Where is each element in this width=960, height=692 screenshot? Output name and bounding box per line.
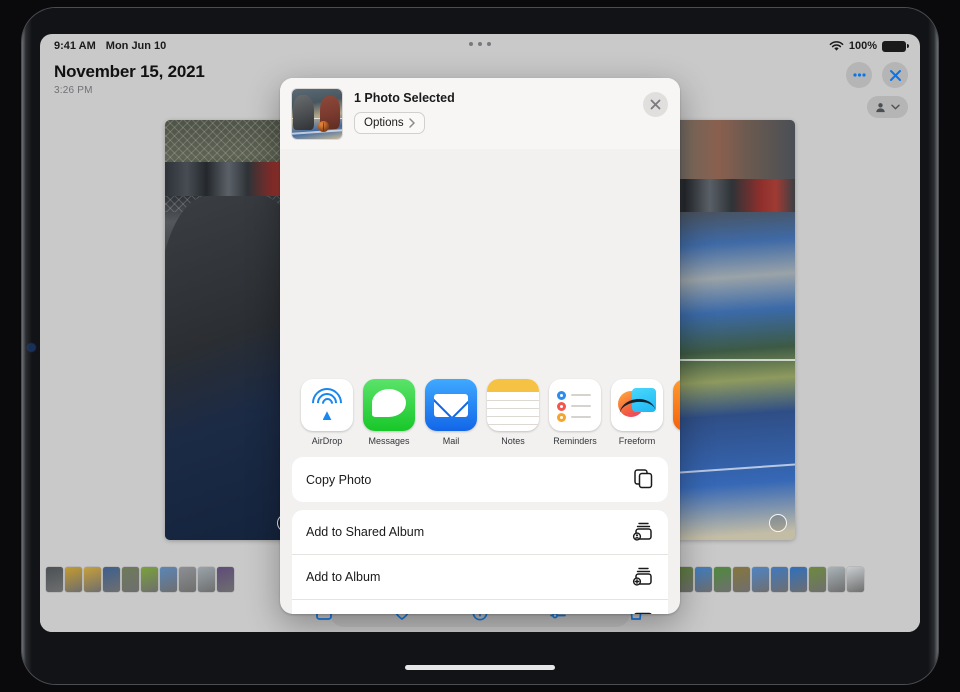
- action-row-label: Add to Album: [306, 570, 381, 584]
- filmstrip-thumbnail[interactable]: [790, 566, 807, 592]
- action-group: Copy Photo: [292, 457, 668, 502]
- home-indicator[interactable]: [405, 665, 555, 670]
- share-app-label: Notes: [501, 436, 525, 446]
- filmstrip-thumbnail[interactable]: [695, 566, 712, 592]
- airdrop-icon: [301, 379, 353, 431]
- share-app-mail[interactable]: Mail: [424, 379, 478, 446]
- mail-icon: [425, 379, 477, 431]
- action-row-add-to-album[interactable]: Add to Album: [292, 555, 668, 600]
- bezel-indicator-dot: [28, 344, 35, 351]
- filmstrip-thumbnail[interactable]: [84, 566, 101, 592]
- filmstrip-thumbnail[interactable]: [714, 566, 731, 592]
- books-icon: [673, 379, 680, 431]
- action-row-copy-photo[interactable]: Copy Photo: [292, 457, 668, 502]
- share-app-books[interactable]: Books: [672, 379, 680, 446]
- share-app-row[interactable]: AirDrop Messages Mail Notes Reminders Freefor…: [280, 369, 680, 451]
- action-row-airplay[interactable]: AirPlay: [292, 600, 668, 614]
- status-date: Mon Jun 10: [105, 40, 167, 52]
- filmstrip-thumbnail[interactable]: [103, 566, 120, 592]
- action-group: Add to Shared Album Add to Album AirPlay: [292, 510, 668, 614]
- notes-icon: [487, 379, 539, 431]
- more-button[interactable]: [846, 62, 872, 88]
- filmstrip-thumbnail[interactable]: [179, 566, 196, 592]
- share-app-label: Books: [672, 436, 680, 446]
- share-app-airdrop[interactable]: AirDrop: [300, 379, 354, 446]
- people-filter-button[interactable]: [867, 96, 908, 118]
- action-row-label: Add to Shared Album: [306, 525, 425, 539]
- page-title: November 15, 2021: [54, 62, 205, 81]
- shared-album-icon: [632, 520, 654, 545]
- share-sheet-head-text: 1 Photo Selected Options: [354, 89, 455, 149]
- header-actions: [846, 62, 908, 88]
- share-sheet-divider: [280, 361, 680, 369]
- status-bar-left: 9:41 AM Mon Jun 10: [54, 40, 166, 52]
- status-bar: 9:41 AM Mon Jun 10 100%: [40, 34, 920, 58]
- status-bar-right: 100%: [829, 40, 909, 52]
- ellipsis-icon: [852, 73, 866, 77]
- close-viewer-button[interactable]: [882, 62, 908, 88]
- share-sheet-header: 1 Photo Selected Options: [280, 78, 680, 149]
- close-icon: [650, 99, 661, 110]
- battery-percent: 100%: [848, 40, 877, 52]
- freeform-icon: [611, 379, 663, 431]
- share-app-notes[interactable]: Notes: [486, 379, 540, 446]
- share-app-reminders[interactable]: Reminders: [548, 379, 602, 446]
- share-app-freeform[interactable]: Freeform: [610, 379, 664, 446]
- messages-icon: [363, 379, 415, 431]
- filmstrip-thumbnail[interactable]: [809, 566, 826, 592]
- chevron-down-icon: [891, 104, 900, 110]
- ipad-screen: 9:41 AM Mon Jun 10 100% November 15, 202…: [40, 34, 920, 632]
- filmstrip-thumbnail[interactable]: [217, 566, 234, 592]
- close-icon: [889, 69, 901, 81]
- share-app-label: Mail: [442, 436, 460, 446]
- filmstrip-thumbnail[interactable]: [46, 566, 63, 592]
- filmstrip-thumbnail[interactable]: [733, 566, 750, 592]
- action-row-label: Copy Photo: [306, 472, 372, 487]
- filmstrip-thumbnail[interactable]: [141, 566, 158, 592]
- copy-icon: [632, 467, 654, 492]
- selected-photo-thumbnail[interactable]: [292, 89, 342, 139]
- filmstrip-thumbnail[interactable]: [752, 566, 769, 592]
- share-app-messages[interactable]: Messages: [362, 379, 416, 446]
- filmstrip-thumbnail[interactable]: [847, 566, 864, 592]
- photo-selection-circle[interactable]: [769, 514, 787, 532]
- filmstrip-thumbnail[interactable]: [198, 566, 215, 592]
- wifi-icon: [829, 40, 844, 51]
- page-subtitle: 3:26 PM: [54, 85, 93, 96]
- share-action-list: Copy Photo Add to Shared Album Add to Albu…: [280, 451, 680, 614]
- multitask-handle-icon[interactable]: [469, 42, 491, 46]
- action-row-add-to-shared-album[interactable]: Add to Shared Album: [292, 510, 668, 555]
- person-icon: [876, 102, 885, 112]
- ipad-device-frame: 9:41 AM Mon Jun 10 100% November 15, 202…: [0, 0, 960, 692]
- share-sheet: 1 Photo Selected Options AirDrop Message…: [280, 78, 680, 614]
- share-sheet-close-button[interactable]: [643, 92, 668, 117]
- share-app-label: Freeform: [618, 436, 656, 446]
- share-sheet-title: 1 Photo Selected: [354, 91, 455, 105]
- filmstrip-thumbnail[interactable]: [771, 566, 788, 592]
- battery-icon: [882, 40, 909, 52]
- photos-header: November 15, 2021 3:26 PM: [54, 62, 205, 96]
- share-sheet-photo-passthrough: [280, 149, 680, 361]
- add-album-icon: [632, 565, 654, 590]
- filmstrip-thumbnail[interactable]: [160, 566, 177, 592]
- filmstrip-thumbnail[interactable]: [828, 566, 845, 592]
- share-app-label: AirDrop: [311, 436, 343, 446]
- share-app-label: Reminders: [553, 436, 597, 446]
- share-app-label: Messages: [368, 436, 410, 446]
- filmstrip-thumbnail[interactable]: [122, 566, 139, 592]
- filmstrip-thumbnail[interactable]: [65, 566, 82, 592]
- options-button[interactable]: Options: [354, 112, 425, 134]
- reminders-icon: [549, 379, 601, 431]
- status-time: 9:41 AM: [54, 40, 96, 52]
- airplay-icon: [632, 610, 654, 614]
- options-label: Options: [364, 117, 404, 129]
- chevron-right-icon: [408, 118, 415, 128]
